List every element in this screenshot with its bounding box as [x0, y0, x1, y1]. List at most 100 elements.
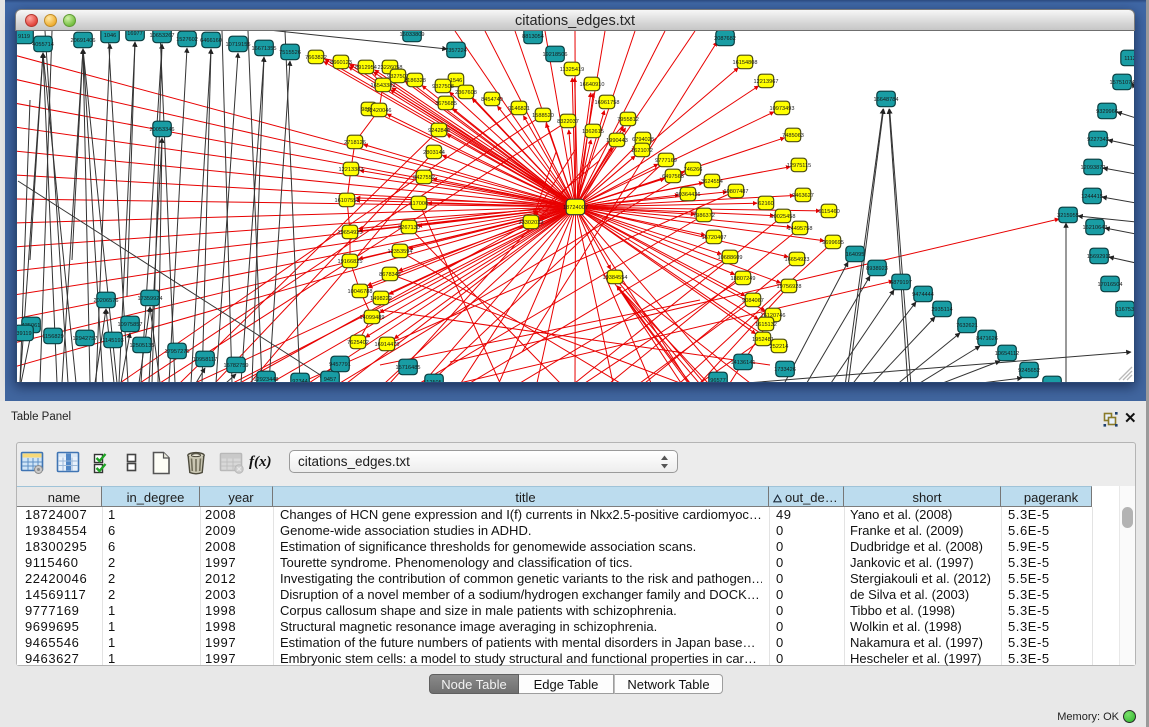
- svg-text:15692911: 15692911: [1087, 254, 1111, 260]
- svg-text:9115460: 9115460: [818, 209, 839, 215]
- svg-text:8427552: 8427552: [413, 175, 435, 181]
- svg-text:3624554: 3624554: [701, 179, 723, 185]
- svg-text:2367608: 2367608: [455, 90, 477, 96]
- svg-text:746266: 746266: [684, 167, 703, 173]
- svg-text:15751074: 15751074: [1110, 80, 1134, 86]
- svg-text:6879197: 6879197: [890, 280, 912, 286]
- svg-text:14495758: 14495758: [788, 226, 813, 232]
- svg-text:12093872: 12093872: [1081, 165, 1106, 171]
- svg-text:116753: 116753: [1116, 307, 1134, 313]
- svg-text:19756928: 19756928: [777, 284, 802, 290]
- svg-text:6466160: 6466160: [200, 38, 222, 44]
- svg-text:10046788: 10046788: [348, 289, 373, 295]
- svg-text:1588520: 1588520: [532, 113, 554, 119]
- svg-text:164095: 164095: [846, 252, 865, 258]
- svg-text:1156829: 1156829: [42, 334, 63, 340]
- svg-text:1615132: 1615132: [755, 322, 777, 328]
- svg-text:20364436: 20364436: [676, 192, 701, 198]
- svg-text:22420046: 22420046: [367, 108, 392, 114]
- svg-text:14099489: 14099489: [360, 315, 385, 321]
- svg-text:8454749: 8454749: [481, 97, 503, 103]
- svg-text:3215955: 3215955: [1057, 213, 1079, 219]
- svg-text:16543382: 16543382: [371, 83, 396, 89]
- svg-text:1527602: 1527602: [176, 37, 198, 43]
- svg-text:92344: 92344: [292, 379, 308, 382]
- svg-text:9699695: 9699695: [822, 240, 844, 246]
- svg-text:19384554: 19384554: [603, 275, 628, 281]
- svg-text:1498222: 1498222: [370, 296, 392, 302]
- svg-text:1112: 1112: [1124, 56, 1134, 62]
- svg-text:16210643: 16210643: [1083, 225, 1108, 231]
- svg-text:9242848: 9242848: [428, 128, 450, 134]
- svg-text:7663822: 7663822: [305, 55, 327, 61]
- svg-text:9777169: 9777169: [655, 158, 677, 164]
- svg-text:12213383: 12213383: [339, 167, 364, 173]
- svg-text:18724007: 18724007: [563, 205, 588, 211]
- svg-text:10688609: 10688609: [718, 255, 743, 261]
- svg-text:20691406: 20691406: [71, 38, 96, 44]
- svg-text:8678342: 8678342: [379, 272, 401, 278]
- svg-text:252214: 252214: [770, 344, 789, 350]
- svg-text:1733426: 1733426: [774, 367, 796, 373]
- svg-text:9463627: 9463627: [792, 193, 814, 199]
- svg-text:12353594: 12353594: [388, 249, 413, 255]
- svg-text:16107553: 16107553: [335, 198, 360, 204]
- svg-text:16154808: 16154808: [733, 60, 758, 66]
- svg-text:7485063: 7485063: [782, 133, 804, 139]
- svg-text:1244415: 1244415: [1081, 194, 1103, 200]
- svg-text:9119: 9119: [18, 34, 30, 40]
- svg-text:12505: 12505: [426, 380, 442, 382]
- svg-text:9474444: 9474444: [912, 292, 934, 298]
- svg-text:1145193: 1145193: [102, 338, 123, 344]
- svg-text:39119: 39119: [17, 331, 32, 337]
- svg-text:10807487: 10807487: [724, 189, 749, 195]
- svg-text:6497568: 6497568: [662, 174, 684, 180]
- svg-text:3675685: 3675685: [435, 101, 457, 107]
- svg-text:16648784: 16648784: [874, 97, 899, 103]
- svg-text:6794028: 6794028: [632, 137, 654, 143]
- svg-text:12505135: 12505135: [130, 343, 155, 349]
- svg-text:1362615: 1362615: [582, 129, 604, 135]
- svg-text:16961758: 16961758: [595, 100, 620, 106]
- svg-text:1621072: 1621072: [631, 148, 653, 154]
- svg-text:8660123: 8660123: [330, 60, 352, 66]
- svg-text:10958117: 10958117: [193, 357, 217, 363]
- svg-text:8938923: 8938923: [866, 266, 888, 272]
- svg-text:16640910: 16640910: [580, 82, 605, 88]
- svg-text:10025458: 10025458: [771, 214, 796, 220]
- svg-text:12942757: 12942757: [73, 336, 98, 342]
- svg-text:8912954: 8912954: [355, 65, 377, 71]
- svg-text:19166825: 19166825: [338, 259, 363, 265]
- svg-text:2803144: 2803144: [423, 150, 445, 156]
- svg-text:9245652: 9245652: [1018, 368, 1040, 374]
- svg-text:12975115: 12975115: [787, 163, 811, 169]
- svg-text:16914479: 16914479: [375, 342, 400, 348]
- svg-text:9227343: 9227343: [1087, 137, 1109, 143]
- svg-text:9329966: 9329966: [1096, 109, 1118, 115]
- svg-text:7986372: 7986372: [693, 213, 715, 219]
- svg-text:16782759: 16782759: [224, 363, 249, 369]
- svg-text:9457791: 9457791: [329, 362, 351, 368]
- svg-text:10654112: 10654112: [995, 351, 1019, 357]
- svg-text:2087682: 2087682: [714, 36, 736, 42]
- svg-text:17016504: 17016504: [1098, 282, 1123, 288]
- svg-text:17359924: 17359924: [138, 296, 163, 302]
- svg-text:12923448: 12923448: [254, 377, 279, 382]
- svg-text:12213967: 12213967: [754, 79, 779, 85]
- svg-text:9327508: 9327508: [432, 84, 454, 90]
- svg-text:10973493: 10973493: [770, 106, 795, 112]
- svg-text:7955812: 7955812: [617, 117, 639, 123]
- svg-text:15720407: 15720407: [702, 235, 727, 241]
- svg-text:9457: 9457: [324, 377, 336, 382]
- svg-text:20053346: 20053346: [150, 127, 175, 133]
- svg-text:62160: 62160: [758, 201, 774, 207]
- svg-text:8186328: 8186328: [404, 78, 426, 84]
- svg-text:8471626: 8471626: [976, 336, 998, 342]
- svg-text:20206576: 20206576: [94, 298, 119, 304]
- svg-text:7632621: 7632621: [956, 323, 978, 329]
- svg-text:16033809: 16033809: [400, 32, 425, 38]
- svg-text:7357224: 7357224: [445, 48, 467, 54]
- svg-text:19218506: 19218506: [543, 52, 568, 58]
- svg-text:2935114: 2935114: [931, 307, 952, 313]
- svg-text:96577: 96577: [710, 378, 726, 382]
